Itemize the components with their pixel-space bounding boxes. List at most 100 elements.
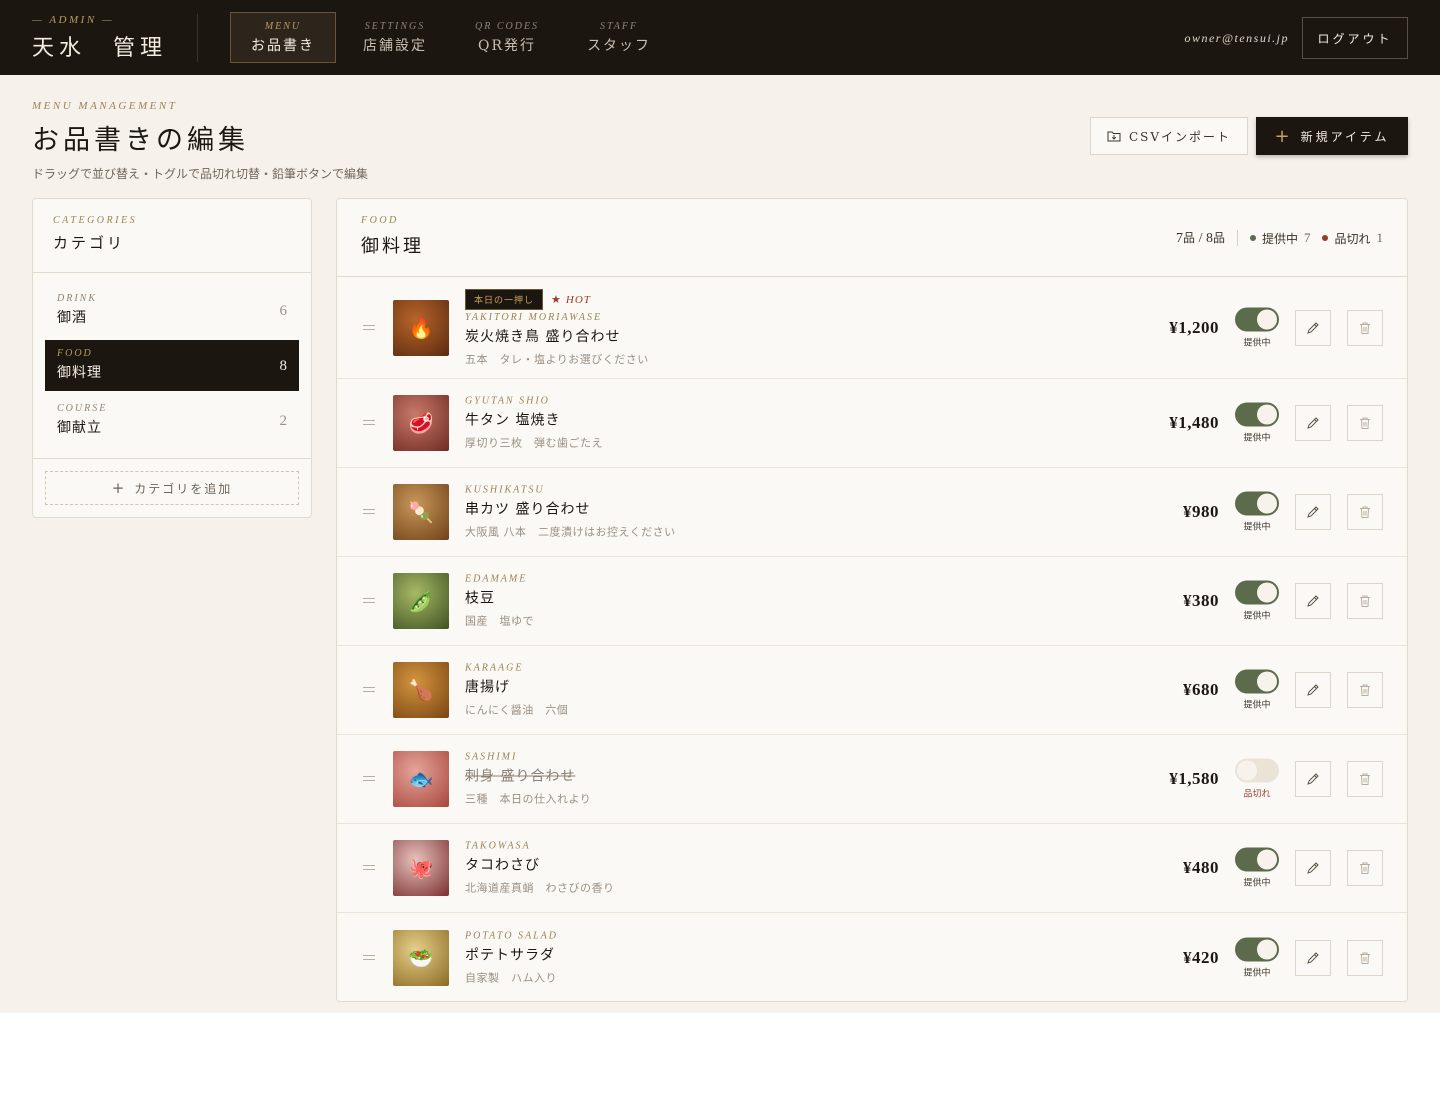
availability-toggle[interactable]	[1235, 669, 1279, 694]
delete-button[interactable]	[1347, 672, 1383, 708]
category-item-sub: FOOD	[57, 348, 93, 359]
item-badges: 本日の一押し ★ HOT	[465, 288, 649, 310]
trash-icon	[1360, 417, 1370, 429]
csv-import-label: CSVインポート	[1128, 129, 1232, 144]
toggle-knob	[1237, 760, 1257, 781]
edit-button[interactable]	[1295, 850, 1331, 886]
edit-button[interactable]	[1295, 494, 1331, 530]
category-panel-header: CATEGORIES カテゴリ	[33, 199, 311, 273]
nav-item-menu[interactable]: MENU お品書き	[230, 12, 336, 63]
add-category-button[interactable]: + カテゴリを追加	[45, 471, 299, 505]
item-name: 刺身 盛り合わせ	[465, 768, 576, 785]
item-romaji: GYUTAN SHIO	[465, 395, 550, 407]
pencil-icon	[1307, 862, 1319, 874]
edit-button[interactable]	[1295, 761, 1331, 797]
edit-button[interactable]	[1295, 583, 1331, 619]
availability-toggle[interactable]	[1235, 580, 1279, 605]
count-unit: 品	[1183, 231, 1196, 245]
drag-handle-icon[interactable]	[363, 420, 375, 426]
plus-icon: +	[1274, 125, 1293, 147]
drag-handle-icon[interactable]	[363, 954, 375, 961]
item-price: ¥1,580	[1169, 769, 1219, 788]
availability-status: 提供中	[1243, 878, 1271, 889]
count-available: 7	[1176, 231, 1184, 246]
drag-handle-icon[interactable]	[363, 598, 375, 604]
pencil-icon	[1307, 506, 1319, 518]
menu-item-row[interactable]: 🐙 TAKOWASA タコわさび 北海道産真蛸 わさびの香り ¥480 提供中	[337, 824, 1407, 913]
toggle-knob	[1257, 309, 1277, 329]
brand-title: 天水 管理	[32, 35, 168, 61]
logout-button[interactable]: ログアウト	[1302, 17, 1408, 59]
category-item-course[interactable]: COURSE 御献立 2	[45, 395, 299, 446]
edit-button[interactable]	[1295, 939, 1331, 976]
menu-item-row[interactable]: 🍗 KARAAGE 唐揚げ にんにく醤油 六個 ¥680 提供中	[337, 646, 1407, 735]
toggle-knob	[1257, 493, 1277, 514]
item-thumbnail-emoji: 🐟	[408, 767, 434, 791]
delete-button[interactable]	[1347, 494, 1383, 530]
delete-button[interactable]	[1347, 939, 1383, 976]
item-info: KARAAGE 唐揚げ にんにく醤油 六個	[465, 663, 568, 718]
menu-item-row[interactable]: 🔥 本日の一押し ★ HOT YAKITORI MORIAWASE 炭火焼き鳥 盛…	[337, 277, 1407, 379]
category-item-sub: COURSE	[57, 403, 108, 414]
items-stats: 7品 / 8品 提供中 7 品切れ 1	[1176, 229, 1383, 247]
item-romaji: TAKOWASA	[465, 840, 531, 852]
menu-item-row[interactable]: 🥩 GYUTAN SHIO 牛タン 塩焼き 厚切り三枚 弾む歯ごたえ ¥1,48…	[337, 379, 1407, 468]
edit-button[interactable]	[1295, 405, 1331, 441]
delete-button[interactable]	[1347, 583, 1383, 619]
availability-control: 提供中	[1235, 847, 1279, 889]
item-thumbnail: 🐙	[393, 840, 449, 896]
menu-item-row[interactable]: 🥗 POTATO SALAD ポテトサラダ 自家製 ハム入り ¥420 提供中	[337, 913, 1407, 1001]
drag-handle-icon[interactable]	[363, 865, 375, 871]
category-item-food[interactable]: FOOD 御料理 8	[45, 340, 299, 391]
trash-icon	[1360, 684, 1370, 696]
toggle-knob	[1257, 582, 1277, 603]
item-thumbnail: 🥩	[393, 395, 449, 451]
availability-control: 提供中	[1235, 580, 1279, 622]
pencil-icon	[1307, 773, 1319, 785]
menu-item-row[interactable]: 🐟 SASHIMI 刺身 盛り合わせ 三種 本日の仕入れより ¥1,580 品切…	[337, 735, 1407, 824]
menu-item-row[interactable]: 🫛 EDAMAME 枝豆 国産 塩ゆで ¥380 提供中	[337, 557, 1407, 646]
nav-item-qr-codes[interactable]: QR CODES QR発行	[454, 12, 560, 63]
availability-toggle[interactable]	[1235, 402, 1279, 427]
trash-icon	[1360, 773, 1370, 785]
category-item-name: 御酒	[57, 310, 87, 326]
availability-toggle[interactable]	[1235, 307, 1279, 331]
availability-toggle[interactable]	[1235, 847, 1279, 872]
main-nav: MENU お品書き SETTINGS 店舗設定 QR CODES QR発行 ST…	[230, 0, 678, 75]
delete-button[interactable]	[1347, 405, 1383, 441]
count-total: 8	[1205, 231, 1213, 246]
menu-item-row[interactable]: 🍡 KUSHIKATSU 串カツ 盛り合わせ 大阪風 八本 二度漬けはお控えくだ…	[337, 468, 1407, 557]
add-category-label: カテゴリを追加	[134, 481, 233, 496]
toggle-knob	[1257, 849, 1277, 870]
drag-handle-icon[interactable]	[363, 324, 375, 331]
soldout-dot-icon	[1322, 235, 1329, 241]
drag-handle-icon[interactable]	[363, 687, 375, 693]
availability-toggle[interactable]	[1235, 937, 1279, 961]
item-thumbnail-emoji: 🍡	[408, 500, 434, 524]
new-item-button[interactable]: + 新規アイテム	[1256, 117, 1408, 155]
items-panel-header: FOOD 御料理 7品 / 8品 提供中 7 品切れ 1	[337, 199, 1407, 277]
delete-button[interactable]	[1347, 309, 1383, 346]
nav-item-settings[interactable]: SETTINGS 店舗設定	[342, 12, 448, 63]
edit-button[interactable]	[1295, 309, 1331, 346]
availability-toggle[interactable]	[1235, 758, 1279, 783]
owner-email: owner@tensui.jp	[1184, 30, 1289, 45]
item-description: 国産 塩ゆで	[465, 614, 534, 628]
nav-item-sub: STAFF	[599, 20, 639, 32]
category-item-drink[interactable]: DRINK 御酒 6	[45, 285, 299, 336]
availability-toggle[interactable]	[1235, 491, 1279, 516]
category-panel: CATEGORIES カテゴリ DRINK 御酒 6 FOOD 御料理 8 CO…	[32, 198, 312, 518]
item-name: 炭火焼き鳥 盛り合わせ	[465, 328, 621, 345]
delete-button[interactable]	[1347, 761, 1383, 797]
nav-item-staff[interactable]: STAFF スタッフ	[566, 12, 672, 63]
item-name: 串カツ 盛り合わせ	[465, 501, 591, 518]
drag-handle-icon[interactable]	[363, 776, 375, 782]
item-name: ポテトサラダ	[465, 947, 555, 963]
edit-button[interactable]	[1295, 672, 1331, 708]
availability-status: 提供中	[1243, 968, 1271, 978]
csv-import-button[interactable]: CSVインポート	[1090, 117, 1248, 155]
drag-handle-icon[interactable]	[363, 509, 375, 515]
item-romaji: SASHIMI	[465, 751, 518, 763]
delete-button[interactable]	[1347, 850, 1383, 886]
item-info: 本日の一押し ★ HOT YAKITORI MORIAWASE 炭火焼き鳥 盛り合…	[465, 288, 649, 367]
